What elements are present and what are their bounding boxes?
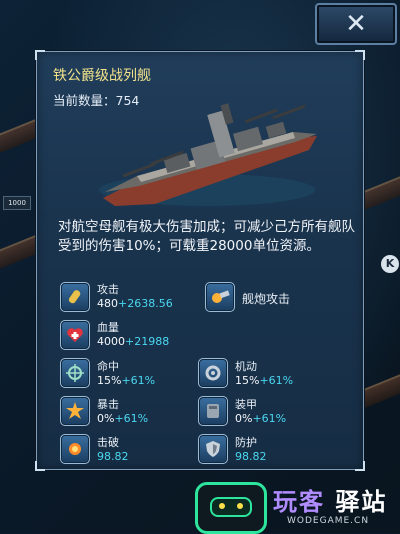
stat-value: 4000+21988 [97,335,170,348]
ship-description: 对航空母舰有极大伤害加成；可减少己方所有舰队受到的伤害10%；可载重28000单… [58,219,355,254]
stat-label: 机动 [235,360,257,373]
robot-logo-icon [195,482,267,534]
battleship-image [99,103,317,206]
stat-label: 防护 [235,436,257,449]
close-button[interactable]: ✕ [315,3,397,45]
stat-value: 98.82 [235,450,267,463]
stat-value: 98.82 [97,450,129,463]
stat-value: 0%+61% [235,412,287,425]
close-icon: ✕ [345,9,367,39]
ship-info-panel: 铁公爵级战列舰 当前数量：754 对航空母舰有极大伤害加成；可减少己方所有舰队受… [35,50,365,471]
watermark-text: 玩客 驿站 [273,488,388,516]
heart-cross-icon [60,320,90,350]
background-level-tag: 1000 [3,196,31,210]
site-watermark: 玩客 驿站 WODEGAME.CN [195,480,400,534]
pierce-icon [60,434,90,464]
watermark-url: WODEGAME.CN [287,516,370,526]
stat-label: 命中 [97,360,119,373]
side-k-button[interactable]: K [381,255,399,273]
stat-label: 暴击 [97,398,119,411]
stat-label: 血量 [97,321,119,334]
stat-value: 0%+61% [97,412,149,425]
naval-gun-icon [205,282,235,312]
stat-label: 装甲 [235,398,257,411]
stat-value: 15%+61% [235,374,294,387]
stat-value: 480+2638.56 [97,297,173,310]
stat-value: 15%+61% [97,374,156,387]
crosshair-icon [60,358,90,388]
stat-label: 攻击 [97,283,119,296]
critical-burst-icon [60,396,90,426]
attack-type-label: 舰炮攻击 [242,292,291,306]
shield-icon [198,434,228,464]
maneuver-icon [198,358,228,388]
stat-label: 击破 [97,436,119,449]
armor-plate-icon [198,396,228,426]
ship-name: 铁公爵级战列舰 [53,68,151,84]
bullet-icon [60,282,90,312]
